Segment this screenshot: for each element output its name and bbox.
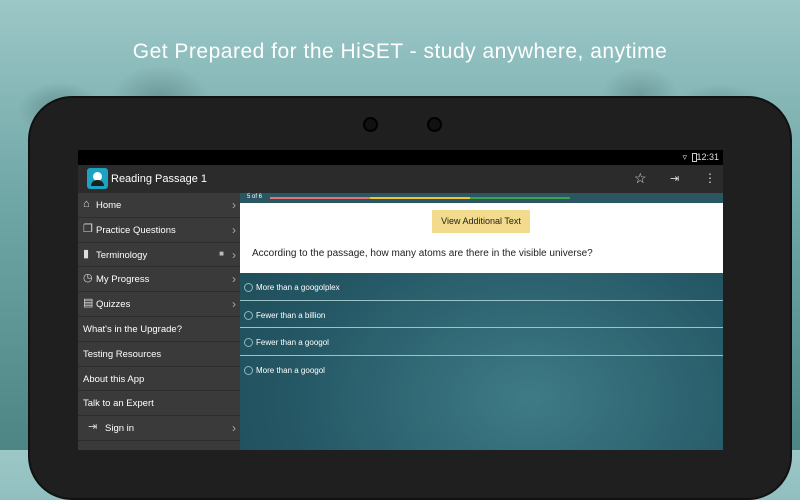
sign-in-icon[interactable]: ⇥ — [670, 172, 679, 185]
promo-headline: Get Prepared for the HiSET - study anywh… — [132, 40, 668, 63]
drawer-item-my-progress[interactable]: ◷ My Progress › — [78, 267, 240, 293]
drawer-item-label: Testing Resources — [83, 348, 162, 360]
drawer-item-home[interactable]: ⌂ Home › — [78, 193, 240, 218]
drawer-item-terminology[interactable]: ▮ Terminology ■ › — [78, 243, 240, 268]
wifi-icon: ▿ — [682, 152, 687, 162]
answer-list: More than a googolplex Fewer than a bill… — [240, 273, 723, 383]
status-bar: ▿ 12:31 — [78, 150, 723, 165]
radio-button-icon[interactable] — [244, 365, 253, 375]
sign-in-icon: ⇥ — [88, 421, 98, 434]
drawer-item-practice-questions[interactable]: ❐ Practice Questions › — [78, 218, 240, 243]
drawer-item-label: My Progress — [96, 274, 150, 286]
answer-option[interactable]: More than a googolplex — [240, 273, 723, 301]
view-additional-text-button[interactable]: View Additional Text — [432, 210, 530, 233]
drawer-item-testing-resources[interactable]: Testing Resources — [78, 342, 240, 367]
drawer-item-label: What's in the Upgrade? — [83, 323, 182, 335]
chevron-right-icon: › — [232, 222, 236, 237]
drawer-item-label: Sign in — [105, 423, 135, 435]
drawer-item-label: Talk to an Expert — [83, 398, 154, 410]
answer-option[interactable]: Fewer than a googol — [240, 328, 723, 356]
question-card: View Additional Text According to the pa… — [240, 203, 723, 273]
drawer-item-label: Terminology — [96, 249, 148, 261]
action-bar: Reading Passage 1 ☆ ⇥ ⋮ — [78, 165, 723, 193]
drawer-item-label: Practice Questions — [96, 224, 176, 236]
star-icon[interactable]: ☆ — [634, 170, 647, 187]
drawer-item-label: Home — [96, 200, 122, 211]
answer-label: Fewer than a googol — [256, 338, 329, 347]
question-pane: 5 of 6 View Additional Text According to… — [240, 193, 723, 450]
progress-strip: 5 of 6 — [240, 193, 723, 203]
progress-segment-3 — [470, 197, 570, 199]
progress-label: 5 of 6 — [247, 194, 263, 200]
camera-icon — [363, 117, 378, 132]
progress-segment-1 — [270, 197, 370, 199]
chevron-right-icon: › — [232, 297, 236, 312]
app-logo-icon[interactable] — [87, 168, 108, 189]
status-time: 12:31 — [696, 152, 719, 162]
radio-button-icon[interactable] — [244, 310, 253, 320]
navigation-drawer: ⌂ Home › ❐ Practice Questions › ▮ Termin… — [78, 193, 240, 450]
answer-label: More than a googolplex — [256, 283, 340, 292]
question-prompt: According to the passage, how many atoms… — [252, 248, 593, 259]
chevron-right-icon: › — [232, 247, 236, 262]
chevron-right-icon: › — [232, 198, 236, 212]
app-screen: ▿ 12:31 Reading Passage 1 ☆ ⇥ ⋮ ⌂ Home ›… — [78, 150, 723, 450]
radio-button-icon[interactable] — [244, 283, 253, 292]
answer-option[interactable]: Fewer than a billion — [240, 301, 723, 328]
sensor-icon — [427, 117, 442, 132]
drawer-item-sign-in[interactable]: ⇥ Sign in › — [78, 416, 240, 441]
answer-label: Fewer than a billion — [256, 310, 326, 320]
drawer-item-label: About this App — [83, 373, 145, 385]
quiz-icon: ▤ — [83, 297, 94, 310]
radio-button-icon[interactable] — [244, 338, 253, 347]
screen-title: Reading Passage 1 — [111, 173, 208, 185]
chevron-right-icon: › — [232, 421, 236, 436]
drawer-item-upgrade[interactable]: What's in the Upgrade? — [78, 317, 240, 342]
drawer-item-about[interactable]: About this App — [78, 367, 240, 392]
overflow-menu-icon[interactable]: ⋮ — [704, 171, 716, 185]
progress-segment-2 — [370, 197, 470, 199]
drawer-item-label: Quizzes — [96, 299, 131, 311]
home-icon: ⌂ — [83, 198, 90, 210]
drawer-item-quizzes[interactable]: ▤ Quizzes › — [78, 292, 240, 317]
book-icon: ▮ — [83, 247, 90, 260]
answer-label: More than a googol — [256, 365, 325, 375]
answer-option[interactable]: More than a googol — [240, 356, 723, 384]
lock-icon: ■ — [219, 248, 224, 258]
drawer-item-talk-to-expert[interactable]: Talk to an Expert — [78, 391, 240, 417]
progress-icon: ◷ — [83, 272, 93, 285]
chevron-right-icon: › — [232, 272, 236, 287]
copy-icon: ❐ — [83, 222, 93, 235]
